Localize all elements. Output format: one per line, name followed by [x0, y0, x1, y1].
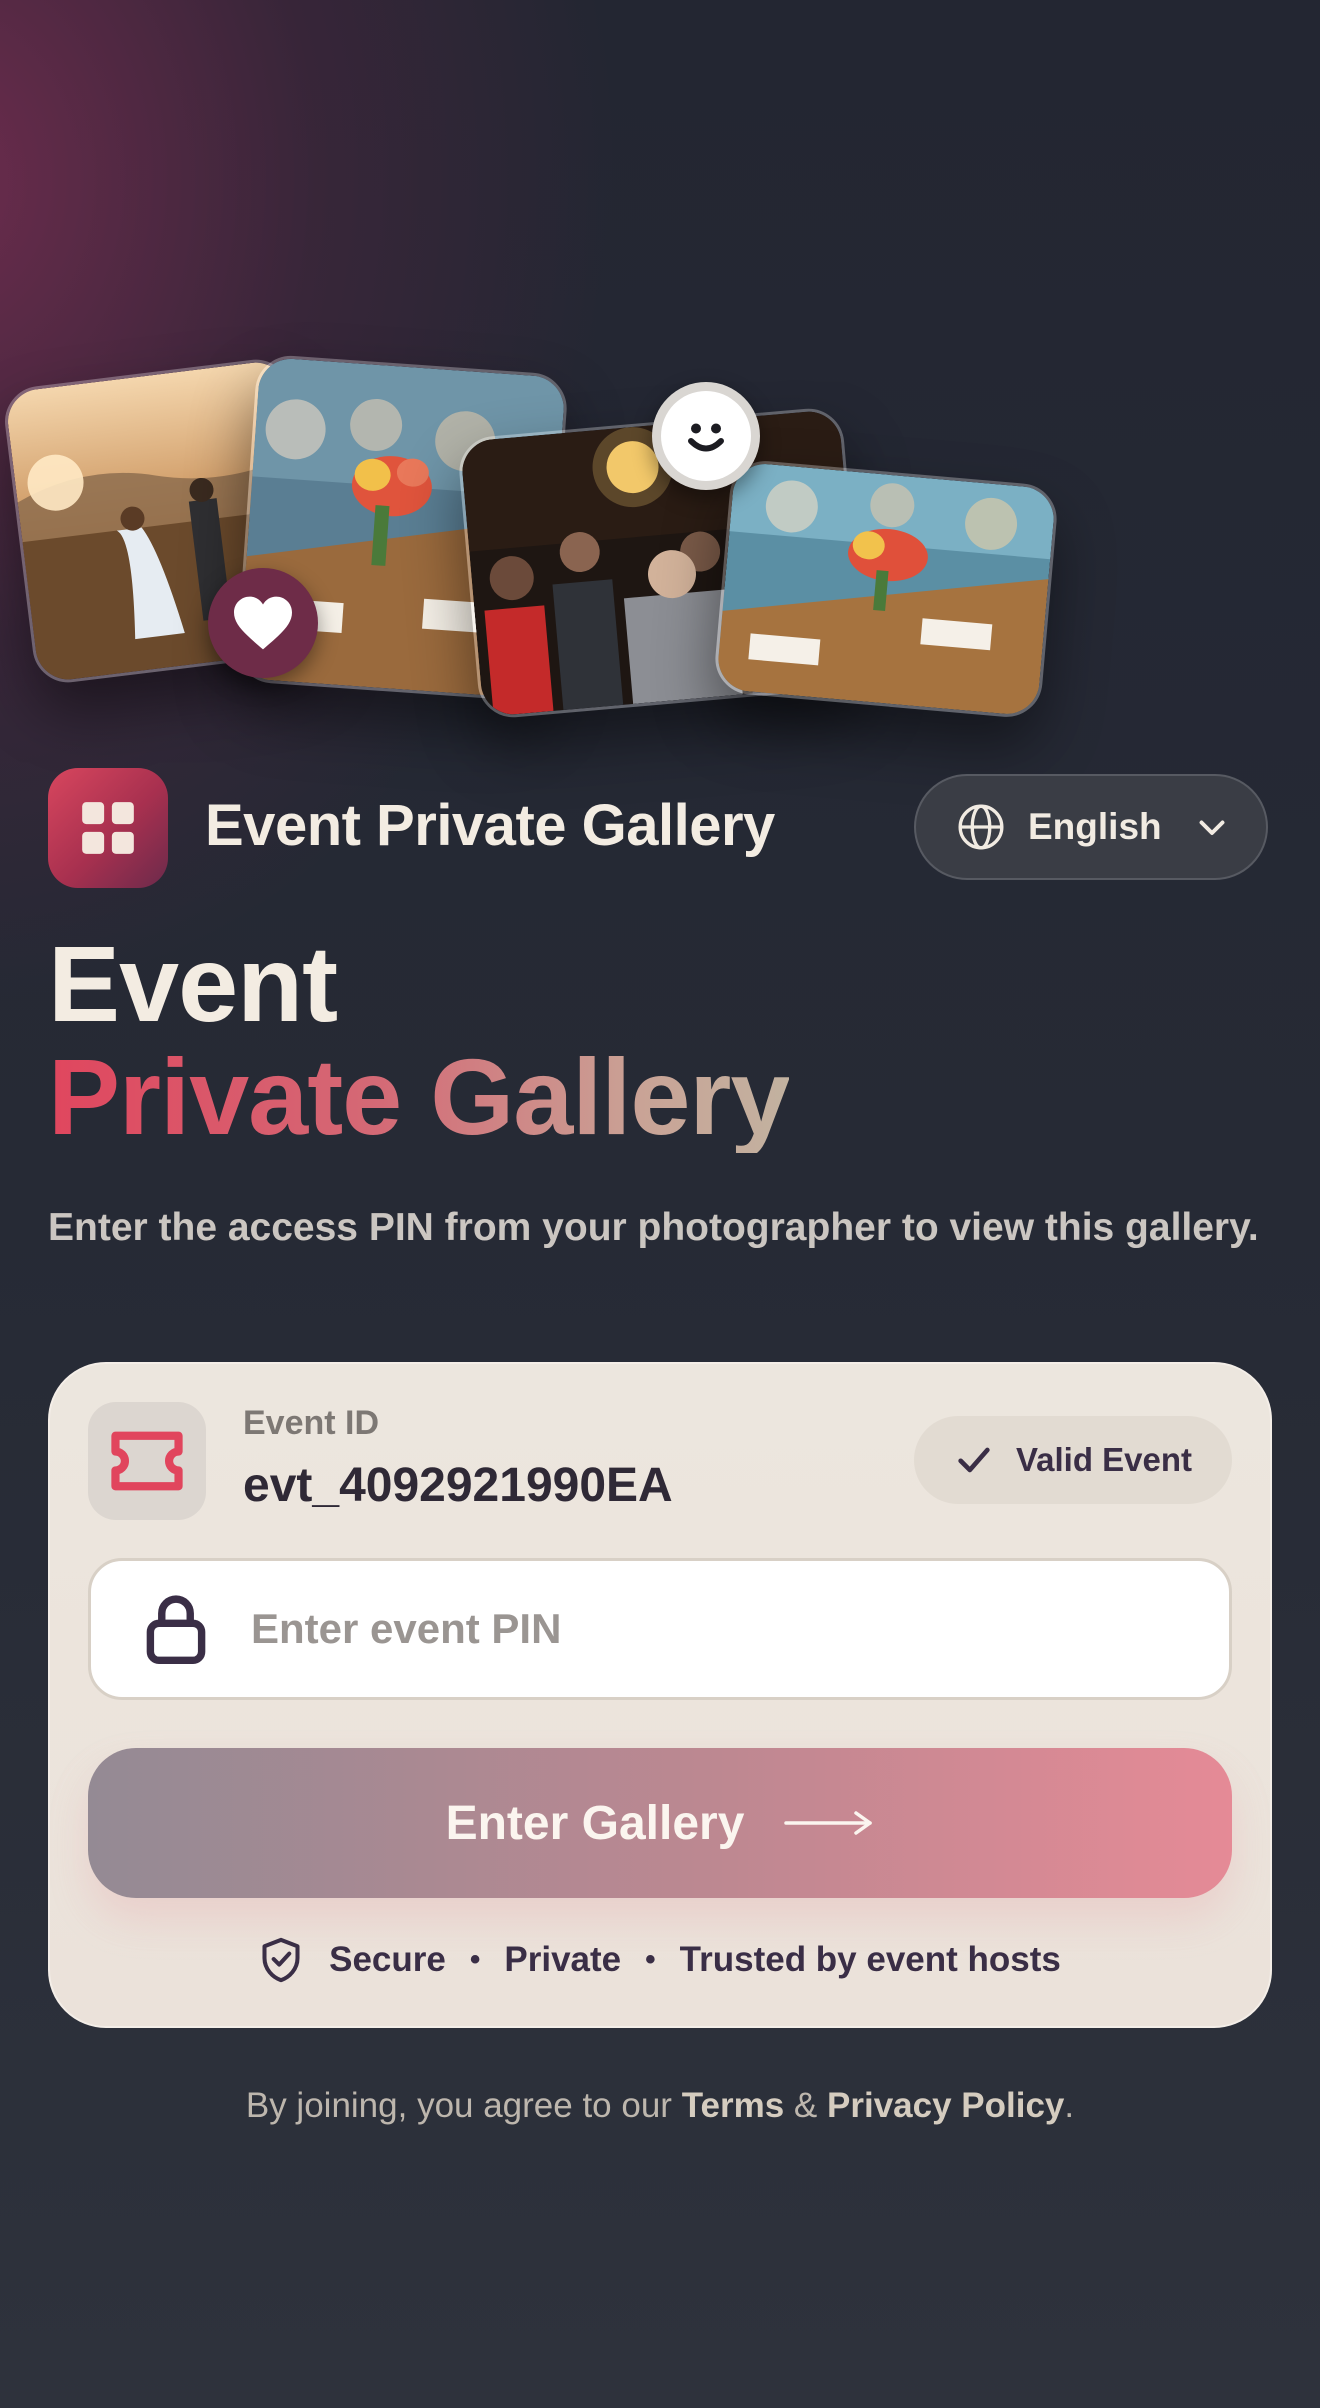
- valid-event-badge: Valid Event: [914, 1416, 1232, 1504]
- event-id-value: evt_4092921990EA: [243, 1459, 673, 1512]
- ticket-icon: [111, 1431, 183, 1491]
- trust-row: Secure • Private • Trusted by event host…: [88, 1930, 1232, 1990]
- pin-field[interactable]: [88, 1558, 1232, 1700]
- footer-ampersand: &: [793, 2086, 818, 2125]
- privacy-policy-link[interactable]: Privacy Policy: [827, 2086, 1064, 2125]
- enter-gallery-button[interactable]: Enter Gallery: [88, 1748, 1232, 1898]
- hero-title-line2: Private Gallery: [48, 1036, 790, 1157]
- heart-icon: [234, 596, 292, 650]
- hero-subtitle: Enter the access PIN from your photograp…: [48, 1206, 1259, 1249]
- app-logo: [48, 768, 168, 888]
- enter-gallery-label: Enter Gallery: [445, 1796, 745, 1850]
- shield-check-icon: [262, 1937, 300, 1983]
- globe-icon: [958, 804, 1004, 850]
- app-title: Event Private Gallery: [205, 793, 775, 858]
- smile-icon: [688, 423, 724, 452]
- lock-icon: [146, 1595, 206, 1665]
- trust-item-trusted: Trusted by event hosts: [679, 1940, 1061, 1979]
- trust-item-secure: Secure: [329, 1940, 446, 1979]
- valid-event-label: Valid Event: [1015, 1441, 1193, 1478]
- event-icon-box: [88, 1402, 206, 1520]
- heart-badge: [208, 568, 318, 678]
- check-icon: [958, 1447, 990, 1473]
- footer-prefix: By joining, you agree to our: [245, 2086, 672, 2125]
- pin-input[interactable]: [249, 1604, 1153, 1654]
- chevron-down-icon: [1199, 820, 1225, 835]
- hero-title-line1: Event: [48, 923, 338, 1044]
- trust-separator: •: [645, 1943, 656, 1976]
- trust-item-private: Private: [504, 1940, 622, 1979]
- language-label: English: [1028, 806, 1162, 847]
- footer-legal: By joining, you agree to our Terms & Pri…: [0, 2086, 1320, 2126]
- terms-link[interactable]: Terms: [682, 2086, 784, 2125]
- language-selector[interactable]: English: [914, 774, 1268, 880]
- event-id-label: Event ID: [243, 1404, 380, 1442]
- gallery-photo-dinner-table: [712, 458, 1060, 720]
- arrow-right-icon: [784, 1811, 873, 1835]
- smile-badge: [652, 382, 760, 490]
- trust-separator: •: [469, 1943, 481, 1976]
- grid-icon: [82, 802, 134, 854]
- footer-suffix: .: [1064, 2086, 1075, 2125]
